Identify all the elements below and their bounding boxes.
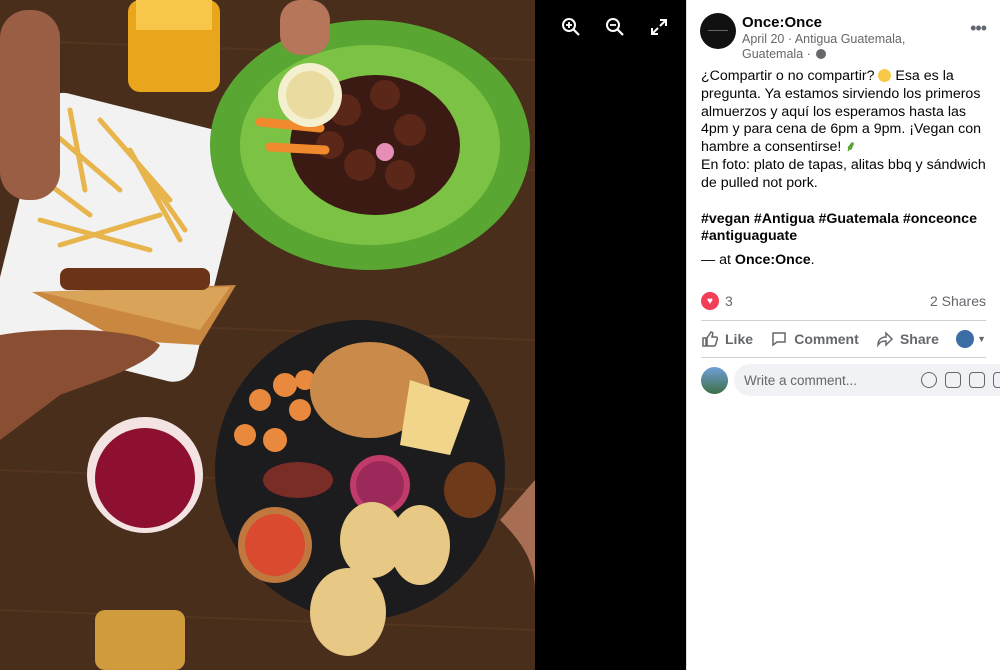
meta-separator: · xyxy=(787,32,793,46)
post-panel: Once:Once April 20 · Antigua Guatemala, … xyxy=(686,0,1000,670)
like-button[interactable]: Like xyxy=(701,330,753,348)
laughing-emoji-icon xyxy=(878,69,892,82)
zoom-in-icon[interactable] xyxy=(560,16,582,38)
comment-box[interactable] xyxy=(734,364,1000,396)
comment-label: Comment xyxy=(794,331,859,347)
page-name-link[interactable]: Once:Once xyxy=(742,14,822,31)
share-button[interactable]: Share xyxy=(876,330,939,348)
comment-button[interactable]: Comment xyxy=(770,330,859,348)
shares-count[interactable]: 2 Shares xyxy=(930,293,986,309)
share-arrow-icon xyxy=(877,331,894,348)
comment-tools xyxy=(921,372,1000,388)
comment-input[interactable] xyxy=(744,372,921,388)
share-label: Share xyxy=(899,331,939,347)
globe-icon xyxy=(816,49,827,59)
camera-icon[interactable] xyxy=(945,372,961,388)
reaction-count: 3 xyxy=(725,293,733,309)
sticker-icon[interactable] xyxy=(993,372,1000,388)
gif-icon[interactable] xyxy=(969,372,985,388)
more-options-icon[interactable]: ••• xyxy=(970,18,987,39)
meta-separator-2: · xyxy=(806,47,811,61)
post-meta: April 20 · Antigua Guatemala, Guatemala … xyxy=(742,32,942,62)
fullscreen-icon[interactable] xyxy=(648,16,670,38)
action-bar: Like Comment Share ▼ xyxy=(701,320,986,358)
seedling-emoji-icon: ⸙ xyxy=(845,139,856,156)
post-text-question: ¿Compartir o no compartir? xyxy=(701,68,875,84)
page-avatar[interactable] xyxy=(700,13,736,49)
emoji-icon[interactable] xyxy=(921,372,937,388)
love-reaction-icon: ♥ xyxy=(701,292,719,310)
checkin-prefix: — at xyxy=(701,252,731,269)
profile-avatar-mini xyxy=(956,330,975,348)
post-hashtags[interactable]: #vegan #Antigua #Guatemala #onceonce #an… xyxy=(701,211,986,247)
user-avatar[interactable] xyxy=(701,366,728,394)
post-photo[interactable] xyxy=(0,0,535,670)
chevron-down-icon: ▼ xyxy=(977,334,986,344)
photo-viewer xyxy=(0,0,686,670)
post-date[interactable]: April 20 xyxy=(742,32,784,46)
checkin-suffix: . xyxy=(810,252,815,269)
post-paragraph-1: ¿Compartir o no compartir? Esa es la pre… xyxy=(701,68,986,157)
zoom-out-icon[interactable] xyxy=(604,16,626,38)
comment-bubble-icon xyxy=(772,332,786,347)
post-paragraph-2: En foto: plato de tapas, alitas bbq y sá… xyxy=(701,156,986,191)
post-header: Once:Once April 20 · Antigua Guatemala, … xyxy=(687,0,1000,64)
checkin-line: — at Once:Once. xyxy=(701,252,986,270)
checkin-place-link[interactable]: Once:Once xyxy=(735,252,811,268)
reactions-bar: ♥ 3 2 Shares xyxy=(701,290,986,312)
post-body: ¿Compartir o no compartir? Esa es la pre… xyxy=(687,64,1000,270)
comment-composer xyxy=(701,364,1000,396)
thumbs-up-icon xyxy=(702,331,719,347)
reaction-summary[interactable]: ♥ 3 xyxy=(701,292,733,310)
like-label: Like xyxy=(725,331,754,347)
react-as-selector[interactable]: ▼ xyxy=(956,330,986,348)
